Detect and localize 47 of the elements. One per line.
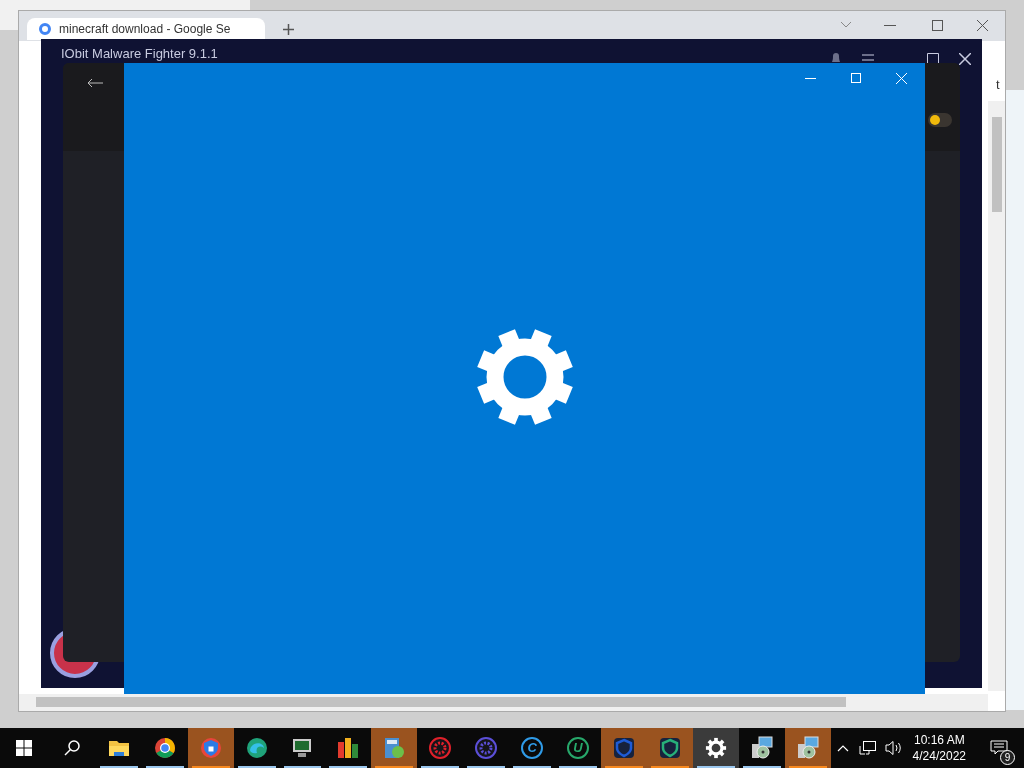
gear-icon <box>476 328 574 426</box>
installer-icon <box>795 736 820 760</box>
taskbar-button[interactable] <box>601 728 647 768</box>
installer-icon <box>749 736 774 760</box>
maximize-icon[interactable] <box>932 20 943 31</box>
horizontal-scrollbar[interactable] <box>19 694 988 711</box>
vertical-scrollbar[interactable] <box>988 101 1005 691</box>
taskbar-button[interactable] <box>784 728 831 768</box>
volume-icon[interactable] <box>884 740 903 756</box>
menu-icon[interactable] <box>862 53 874 63</box>
taskbar-button[interactable] <box>187 728 234 768</box>
letter-logo-icon: C <box>521 737 544 759</box>
close-icon[interactable] <box>977 20 988 31</box>
blocks-icon <box>336 736 361 760</box>
clock[interactable]: 10:16 AM 4/24/2022 <box>912 732 966 764</box>
windows-logo-icon <box>15 740 32 756</box>
new-tab-icon[interactable] <box>283 24 294 35</box>
tab-title: minecraft download - Google Se <box>59 21 231 38</box>
taskbar-button[interactable] <box>371 728 418 768</box>
chevron-down-icon[interactable] <box>840 21 852 29</box>
bell-icon[interactable] <box>830 52 842 64</box>
taskbar-button[interactable]: U <box>555 728 601 768</box>
chevron-up-icon[interactable] <box>836 744 849 752</box>
window-title: IObit Malware Fighter 9.1.1 <box>61 45 218 63</box>
notification-count: 9 <box>1000 750 1015 765</box>
folder-icon <box>107 738 130 758</box>
minimize-icon[interactable] <box>884 25 896 27</box>
minimize-icon[interactable] <box>805 78 816 80</box>
taskbar-button[interactable]: C <box>509 728 556 768</box>
toggle-switch[interactable] <box>928 113 952 127</box>
ring-logo-icon <box>153 737 176 759</box>
swirl-logo-icon <box>245 737 268 759</box>
search-engine-logo-icon <box>39 23 51 35</box>
scrollbar-thumb[interactable] <box>991 117 1002 212</box>
scrollbar-thumb[interactable] <box>36 697 846 707</box>
browser-tab[interactable]: minecraft download - Google Se <box>27 18 265 40</box>
search-icon <box>63 740 80 756</box>
letter-logo-icon: U <box>567 737 589 759</box>
taskbar-button[interactable] <box>692 728 739 768</box>
back-arrow-icon[interactable] <box>87 78 103 88</box>
shield-lock-icon <box>199 737 222 759</box>
notification-button[interactable]: 9 <box>982 728 1016 768</box>
network-icon[interactable] <box>858 740 877 756</box>
taskbar-button[interactable] <box>646 728 693 768</box>
settings-icon <box>704 737 727 759</box>
page-text: t <box>996 76 1000 94</box>
software-box-icon <box>382 736 407 760</box>
